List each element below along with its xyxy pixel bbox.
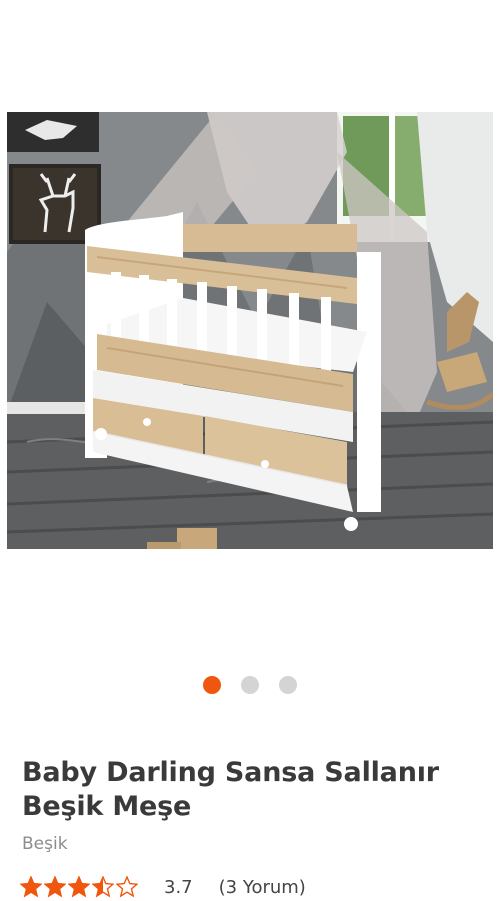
product-info: Baby Darling Sansa Sallanır Beşik Meşe B… [22, 756, 482, 854]
product-rating[interactable]: 3.7 (3 Yorum) [20, 873, 306, 901]
gallery-dot-2[interactable] [241, 676, 259, 694]
star-full-icon [20, 876, 42, 898]
product-detail-page: Baby Darling Sansa Sallanır Beşik Meşe B… [0, 0, 500, 898]
review-count-link[interactable]: (3 Yorum) [219, 877, 306, 898]
product-category-link[interactable]: Beşik [22, 834, 482, 854]
star-empty-icon [116, 876, 138, 898]
star-full-icon [68, 876, 90, 898]
product-title: Baby Darling Sansa Sallanır Beşik Meşe [22, 757, 439, 822]
gallery-dot-3[interactable] [279, 676, 297, 694]
gallery-pagination [0, 676, 500, 694]
gallery-dot-1[interactable] [203, 676, 221, 694]
star-full-icon [44, 876, 66, 898]
star-half-icon [92, 876, 114, 898]
rating-stars [20, 876, 138, 898]
rating-value: 3.7 [164, 876, 193, 898]
product-image[interactable] [7, 112, 493, 549]
product-gallery[interactable] [0, 0, 500, 720]
